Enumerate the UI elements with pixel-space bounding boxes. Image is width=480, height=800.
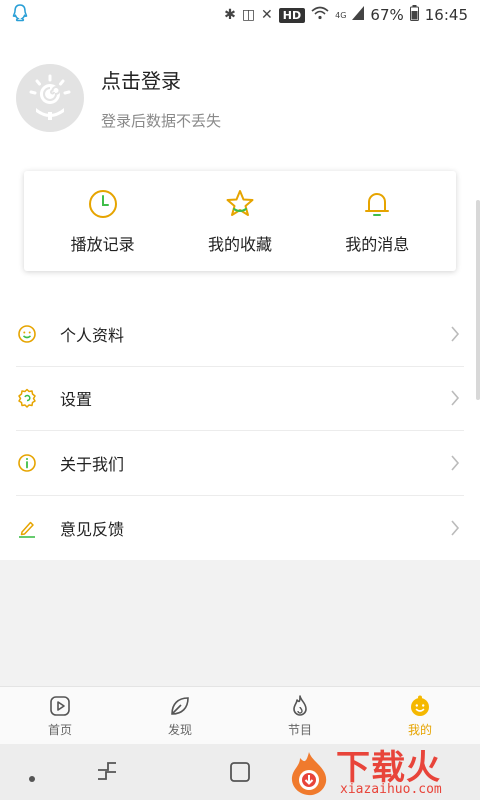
login-header[interactable]: 点击登录 登录后数据不丢失 [16, 64, 221, 132]
network-badge: 4G [335, 10, 347, 20]
chevron-right-icon [451, 390, 460, 406]
flame-logo-icon [291, 752, 327, 796]
smiley-icon [16, 323, 38, 345]
chevron-right-icon [451, 455, 460, 471]
watermark-url: xiazaihuo.com [340, 782, 442, 797]
tab-label: 节目 [287, 722, 312, 737]
menu-item-settings[interactable]: 设置 [16, 367, 464, 431]
menu-label: 关于我们 [60, 454, 125, 474]
bluetooth-icon: ✱ [224, 7, 236, 23]
tab-discover[interactable]: 发现 [120, 687, 240, 744]
clock-icon [88, 190, 117, 218]
face-icon [411, 695, 429, 716]
shortcut-messages[interactable]: 我的消息 [317, 187, 437, 255]
menu-item-profile[interactable]: 个人资料 [16, 302, 464, 367]
battery-percent: 67% [370, 6, 404, 24]
flame-icon [293, 694, 307, 716]
nfc-icon: ◫ [241, 7, 256, 23]
pencil-icon [16, 517, 38, 539]
scroll-indicator[interactable] [476, 200, 480, 400]
bottom-nav: 首页 发现 节目 我的 [0, 686, 480, 744]
menu-item-feedback[interactable]: 意见反馈 [16, 496, 464, 561]
shortcut-label: 我的收藏 [207, 235, 272, 254]
tab-label: 首页 [47, 722, 72, 737]
battery-icon [409, 5, 419, 25]
shortcut-label: 我的消息 [345, 235, 410, 254]
watermark: 下载火 xiazaihuo.com [284, 740, 474, 798]
signal-icon [352, 6, 365, 24]
shortcut-favorites[interactable]: 我的收藏 [180, 187, 300, 255]
shortcut-play-history[interactable]: 播放记录 [43, 187, 163, 255]
avatar-placeholder-icon [29, 74, 71, 120]
menu-label: 意见反馈 [60, 519, 125, 539]
leaf-icon [171, 696, 189, 715]
play-icon [50, 695, 70, 716]
settings-icon [16, 387, 38, 409]
tab-mine[interactable]: 我的 [360, 687, 480, 744]
menu-label: 个人资料 [60, 325, 125, 345]
login-title[interactable]: 点击登录 [101, 65, 221, 94]
settings-menu: 个人资料 设置 关于我们 意见反馈 [16, 302, 464, 560]
star-icon [226, 190, 254, 216]
main-content: 点击登录 登录后数据不丢失 播放记录 我的收藏 我的消息 个人资料 设置 关于我… [0, 30, 480, 560]
tab-home[interactable]: 首页 [0, 687, 120, 744]
recent-apps-button[interactable] [96, 760, 118, 786]
chevron-right-icon [451, 326, 460, 342]
tab-programs[interactable]: 节目 [240, 687, 360, 744]
login-subtitle: 登录后数据不丢失 [101, 112, 222, 130]
bell-icon [365, 193, 390, 216]
chevron-right-icon [451, 520, 460, 536]
home-button[interactable] [229, 761, 251, 787]
tab-label: 发现 [167, 722, 192, 737]
menu-item-about[interactable]: 关于我们 [16, 431, 464, 496]
dot-icon[interactable] [28, 768, 36, 787]
clock-time: 16:45 [424, 6, 468, 24]
tab-label: 我的 [407, 722, 432, 737]
shortcut-card: 播放记录 我的收藏 我的消息 [24, 171, 456, 271]
hd-badge: HD [278, 7, 306, 23]
status-bar: ✱ ◫ ✕ HD 4G 67% 16:45 [0, 0, 480, 30]
avatar[interactable] [16, 64, 84, 132]
wifi-icon [311, 6, 329, 24]
shortcut-label: 播放记录 [70, 235, 135, 254]
mute-icon: ✕ [261, 7, 273, 23]
menu-label: 设置 [60, 390, 93, 410]
qq-icon [12, 4, 28, 26]
info-icon [16, 452, 38, 474]
